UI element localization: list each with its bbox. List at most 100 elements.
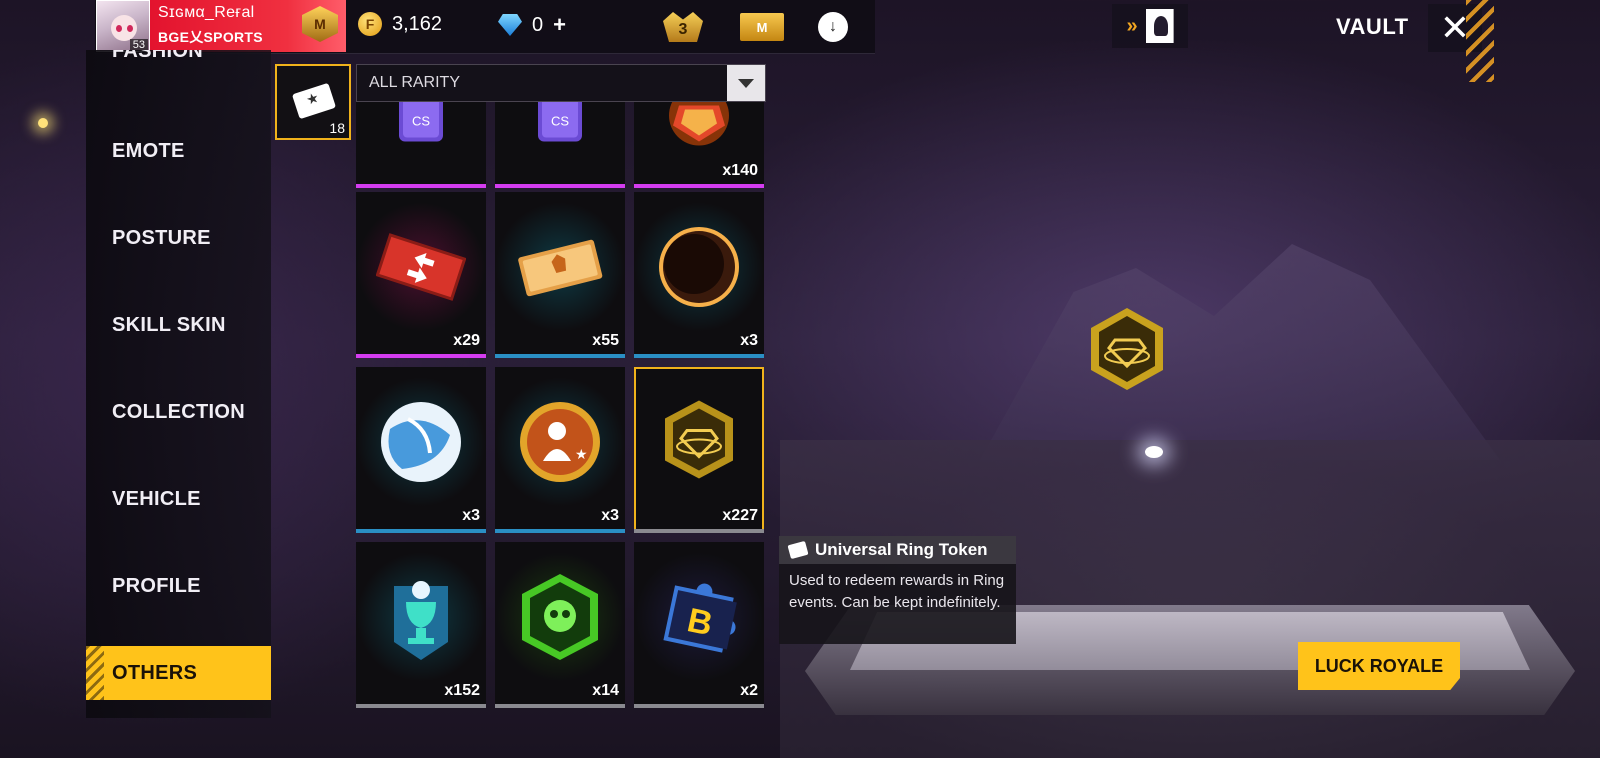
topup-plus-button[interactable]: + <box>553 12 566 38</box>
rarity-bar <box>356 529 486 533</box>
rarity-bar <box>495 704 625 708</box>
ticket-icon <box>787 540 809 560</box>
eclipse-orb-icon <box>634 201 764 332</box>
svg-text:CS: CS <box>551 114 569 129</box>
diamond-icon <box>498 14 522 36</box>
gold-voucher-icon <box>495 201 625 332</box>
cloud-download-button[interactable]: ↓ <box>815 10 851 44</box>
membership-icon-letter: M <box>756 19 768 35</box>
rarity-filter-value: ALL RARITY <box>369 74 460 91</box>
item-tile-trophy-token[interactable]: x152 <box>356 542 486 708</box>
item-tile-character-token[interactable]: ★ x3 <box>495 367 625 533</box>
item-tile-booyah-puzzle[interactable]: B x2 <box>634 542 764 708</box>
character-token-icon: ★ <box>495 376 625 507</box>
gold-coin-symbol: F <box>365 16 375 32</box>
elite-pass-button[interactable]: 3 <box>660 10 706 44</box>
sidebar-item-others[interactable]: OTHERS <box>86 646 271 700</box>
item-tile-fire-token[interactable]: x140 <box>634 102 764 188</box>
rarity-bar <box>495 529 625 533</box>
item-quantity: x3 <box>462 507 480 524</box>
sidebar-item-label: SKILL SKIN <box>112 313 226 336</box>
gold-value: 3,162 <box>392 12 443 35</box>
category-tab-tickets[interactable]: 18 <box>275 64 351 140</box>
chevron-down-icon[interactable] <box>727 65 765 101</box>
gold-balance: F 3,162 <box>358 12 442 36</box>
item-tile-swap-voucher[interactable]: x29 <box>356 192 486 358</box>
luck-royale-button[interactable]: LUCK ROYALE <box>1298 642 1460 690</box>
item-tooltip: Universal Ring Token Used to redeem rewa… <box>779 536 1016 644</box>
item-grid: CS CS x140 x29 x55 x3 x3 ★ x3 x227 x152 … <box>356 102 766 710</box>
avatar-eye <box>116 25 122 32</box>
membership-button[interactable]: M <box>738 10 786 44</box>
page-title: VAULT <box>1336 14 1409 39</box>
sidebar-item-vehicle[interactable]: VEHICLE <box>86 472 271 526</box>
player-profile-card[interactable]: 53 Sɪɢмα_Reғal BGE乂SPORTS M <box>96 0 346 52</box>
background-light <box>1145 446 1163 458</box>
skull-token-icon <box>495 551 625 682</box>
player-namecard: Sɪɢмα_Reғal BGE乂SPORTS M <box>150 0 346 52</box>
rarity-bar <box>356 704 486 708</box>
tooltip-description: Used to redeem rewards in Ring events. C… <box>779 564 1016 644</box>
sidebar-item-profile[interactable]: PROFILE <box>86 559 271 613</box>
sidebar-item-label: VEHICLE <box>112 487 201 510</box>
sidebar-item-label: OTHERS <box>112 661 198 684</box>
item-tile-gold-voucher[interactable]: x55 <box>495 192 625 358</box>
swap-voucher-icon <box>356 201 486 332</box>
rarity-bar <box>495 184 625 188</box>
item-tile-universal-ring-token[interactable]: x227 <box>634 367 764 533</box>
rarity-bar <box>356 184 486 188</box>
sidebar-item-skill-skin[interactable]: SKILL SKIN <box>86 298 271 352</box>
avatar-eye <box>127 25 133 32</box>
rarity-filter-dropdown[interactable]: ALL RARITY <box>356 64 766 102</box>
rarity-bar <box>495 354 625 358</box>
membership-icon: M <box>740 13 784 41</box>
gold-coin-icon: F <box>358 12 382 36</box>
item-quantity: x14 <box>592 682 619 699</box>
diamond-balance[interactable]: 0 + <box>498 12 566 38</box>
cloud-download-glyph: ↓ <box>829 18 837 35</box>
sidebar-item-collection[interactable]: COLLECTION <box>86 385 271 439</box>
item-quantity: x55 <box>592 332 619 349</box>
item-quantity: x152 <box>444 682 480 699</box>
avatar-face <box>111 15 137 41</box>
double-chevron-icon: » <box>1126 14 1138 37</box>
item-quantity: x2 <box>740 682 758 699</box>
item-quantity: x3 <box>740 332 758 349</box>
ring-token-icon <box>661 398 737 485</box>
diamond-value: 0 <box>532 13 544 36</box>
tooltip-header: Universal Ring Token <box>779 536 1016 564</box>
character-silhouette-icon <box>1145 9 1174 43</box>
item-quantity: x140 <box>722 162 758 179</box>
item-quantity: x3 <box>601 507 619 524</box>
trophy-token-icon <box>356 551 486 682</box>
cs-card-icon: CS <box>530 102 590 151</box>
decorative-stripes <box>1466 0 1494 82</box>
crown-icon: 3 <box>663 12 703 42</box>
item-tile-skull-token[interactable]: x14 <box>495 542 625 708</box>
sidebar-item-label: PROFILE <box>112 574 201 597</box>
item-tile-football[interactable]: x3 <box>356 367 486 533</box>
background-hills <box>980 244 1500 460</box>
item-tile-cs-card-1[interactable]: CS <box>356 102 486 188</box>
sidebar-item-fashion[interactable]: FASHION <box>86 50 271 80</box>
sidebar-item-emote[interactable]: EMOTE <box>86 124 271 178</box>
puzzle-piece-icon: B <box>634 551 764 682</box>
sidebar-item-label: EMOTE <box>112 139 185 162</box>
ticket-icon <box>291 82 337 120</box>
svg-text:★: ★ <box>575 446 588 462</box>
rarity-bar <box>356 354 486 358</box>
item-tile-eclipse-orb[interactable]: x3 <box>634 192 764 358</box>
sidebar-item-posture[interactable]: POSTURE <box>86 211 271 265</box>
tooltip-title: Universal Ring Token <box>815 540 988 559</box>
rarity-bar <box>634 184 764 188</box>
svg-text:CS: CS <box>412 114 430 129</box>
background-light <box>38 118 48 128</box>
character-preview-button[interactable]: » <box>1112 4 1188 48</box>
rarity-bar <box>634 704 764 708</box>
rarity-bar <box>634 529 764 533</box>
category-count: 18 <box>329 120 345 136</box>
item-tile-cs-card-2[interactable]: CS <box>495 102 625 188</box>
avatar[interactable]: 53 <box>96 0 150 52</box>
ring-token-showcase-icon <box>1088 306 1166 392</box>
elite-pass-level: 3 <box>678 21 688 38</box>
